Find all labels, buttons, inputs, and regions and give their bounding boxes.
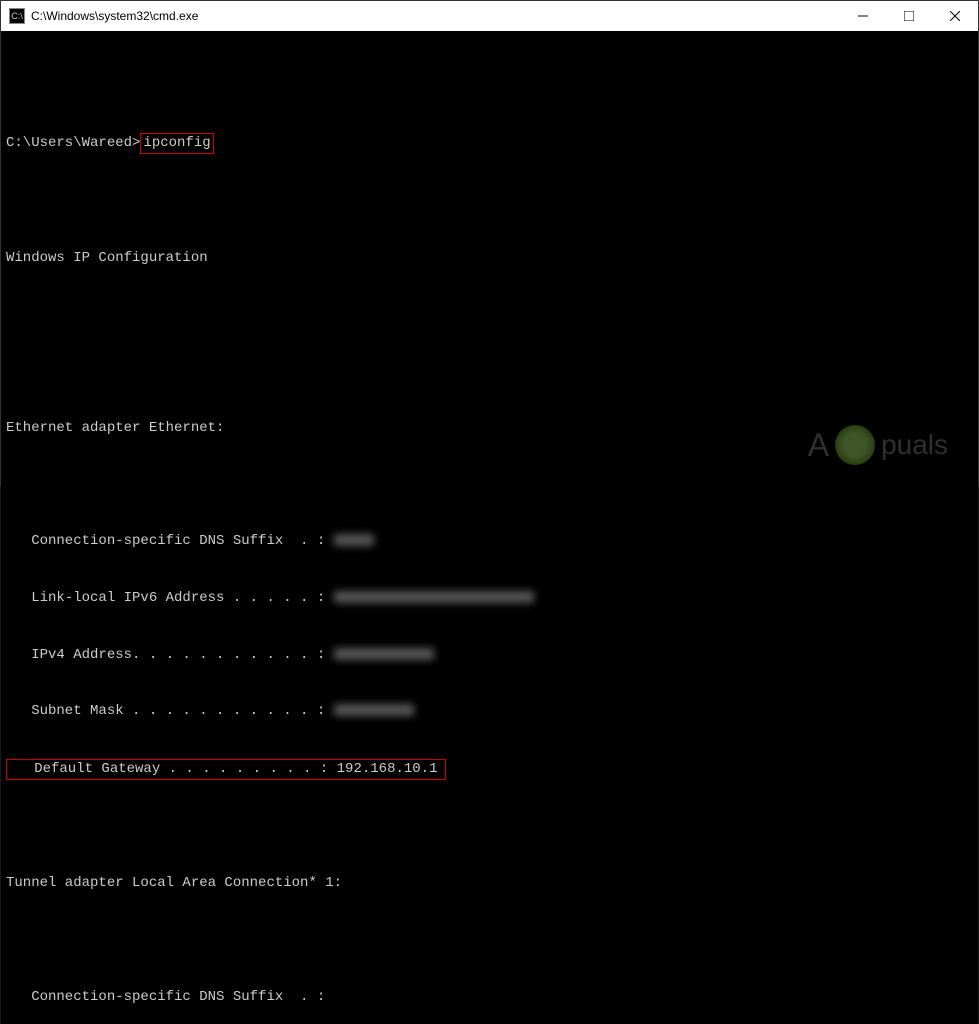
terminal-output[interactable]: C:\Users\Wareed>ipconfig Windows IP Conf… — [1, 31, 978, 1024]
blurred-value — [334, 704, 414, 716]
watermark: A puals — [808, 425, 948, 465]
subnet-label: Subnet Mask . . . . . . . . . . . : — [6, 703, 334, 719]
cmd-icon: C:\ — [9, 8, 25, 24]
window-title: C:\Windows\system32\cmd.exe — [31, 9, 840, 23]
dns-suffix-label: Connection-specific DNS Suffix . : — [6, 988, 973, 1007]
window-controls — [840, 1, 978, 31]
ipv6-label: Link-local IPv6 Address . . . . . : — [6, 590, 334, 606]
dns-suffix-label: Connection-specific DNS Suffix . : — [6, 533, 334, 549]
blurred-value — [334, 534, 374, 546]
gateway-value: 192.168.10.1 — [337, 761, 438, 777]
maximize-button[interactable] — [886, 1, 932, 31]
close-button[interactable] — [932, 1, 978, 31]
prompt: C:\Users\Wareed> — [6, 135, 140, 151]
watermark-logo-icon — [835, 425, 875, 465]
adapter-tunnel-title: Tunnel adapter Local Area Connection* 1: — [6, 874, 973, 893]
command-highlight: ipconfig — [140, 133, 213, 154]
ipv4-label: IPv4 Address. . . . . . . . . . . : — [6, 647, 334, 663]
config-header: Windows IP Configuration — [6, 249, 973, 268]
gateway-highlight: Default Gateway . . . . . . . . . : 192.… — [6, 759, 446, 780]
blurred-value — [334, 648, 434, 660]
cmd-window: C:\ C:\Windows\system32\cmd.exe C:\Users… — [0, 0, 979, 486]
titlebar[interactable]: C:\ C:\Windows\system32\cmd.exe — [1, 1, 978, 31]
minimize-button[interactable] — [840, 1, 886, 31]
blurred-value — [334, 591, 534, 603]
